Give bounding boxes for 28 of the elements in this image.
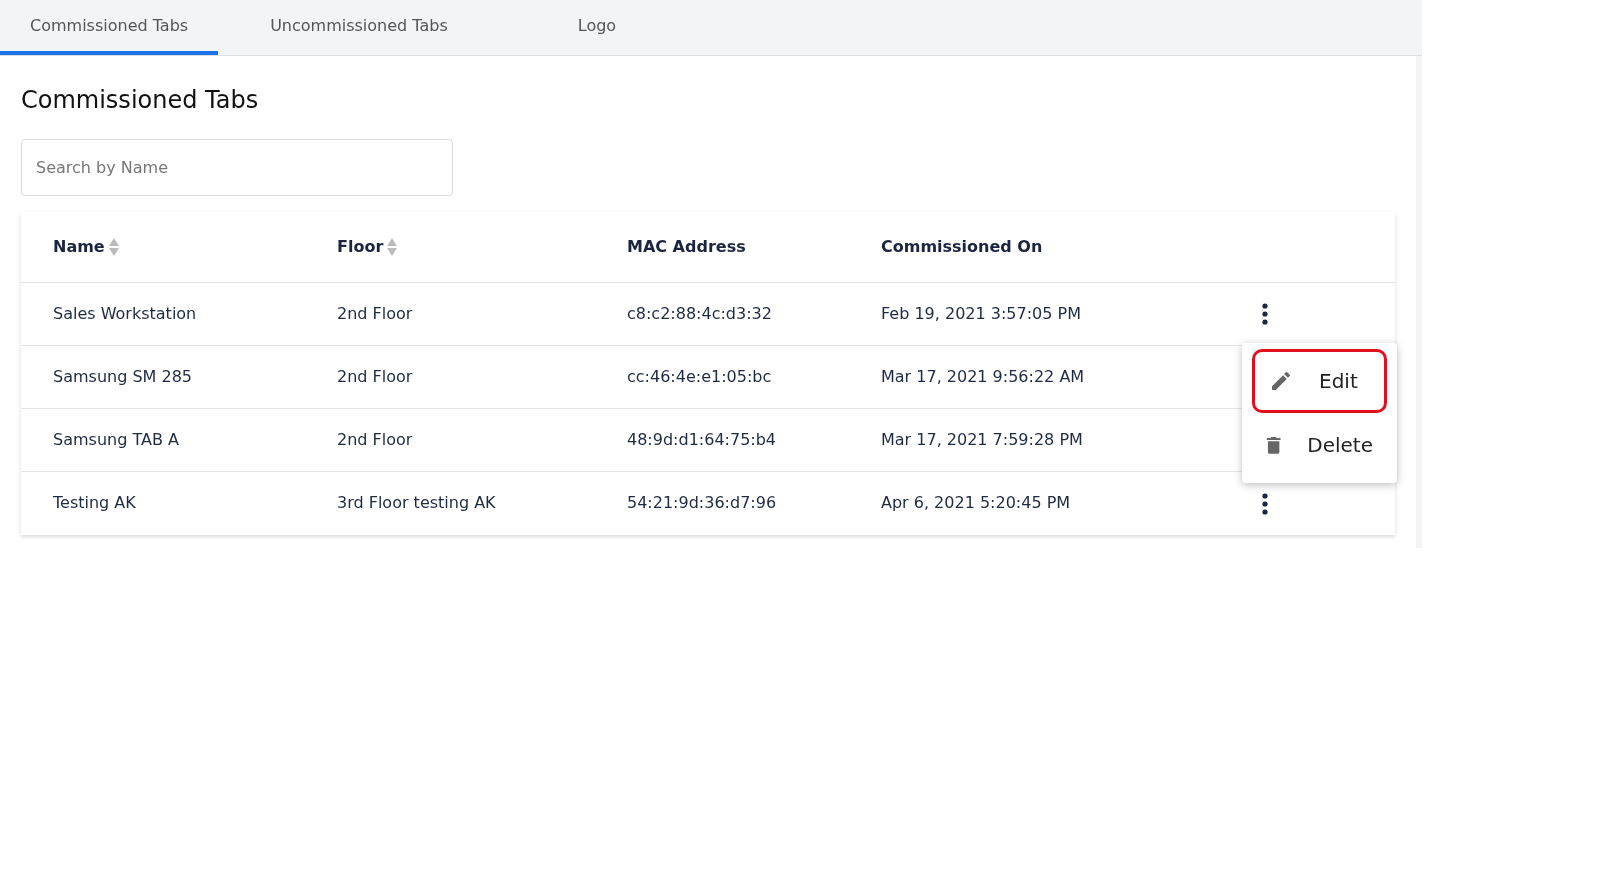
table-cell-text: 2nd Floor [337,428,414,451]
search-field[interactable]: Search by Name [21,138,453,196]
table-cell-text: 54:21:9d:36:d7:96 [627,492,778,515]
table-cell-text: 2nd Floor [337,365,414,388]
table-cell-text: Mar 17, 2021 7:59:28 PM [881,428,1084,451]
table-cell-text: Apr 6, 2021 5:20:45 PM [881,492,1072,515]
table-cell-text: Testing AK [53,492,137,515]
column-header[interactable]: Name [53,236,105,256]
table-cell-text: Samsung TAB A [53,428,180,451]
page-heading: Commissioned Tabs [21,86,260,115]
table-cell-text: 48:9d:d1:64:75:b4 [627,428,778,451]
table-cell-text: Samsung SM 285 [53,365,193,388]
pencil-icon [1269,369,1293,393]
tab[interactable]: Logo [547,0,647,55]
column-header: MAC Address [627,236,746,256]
table-cell-text: c8:c2:88:4c:d3:32 [627,302,773,325]
column-header[interactable]: Floor [337,236,384,256]
menu-item[interactable]: Edit [1252,349,1387,413]
table-cell-text: 2nd Floor [337,302,414,325]
table-cell-text: Sales Workstation [53,302,198,325]
more-options-icon[interactable] [1261,303,1269,326]
table-cell-text: 3rd Floor testing AK [337,492,497,515]
tab[interactable]: Uncommissioned Tabs [240,0,548,55]
column-header: Commissioned On [881,236,1043,256]
table-cell-text: Mar 17, 2021 9:56:22 AM [881,365,1086,388]
more-options-icon[interactable] [1261,492,1269,515]
table-cell-text: cc:46:4e:e1:05:bc [627,365,773,388]
table-cell-text: Feb 19, 2021 3:57:05 PM [881,302,1082,325]
